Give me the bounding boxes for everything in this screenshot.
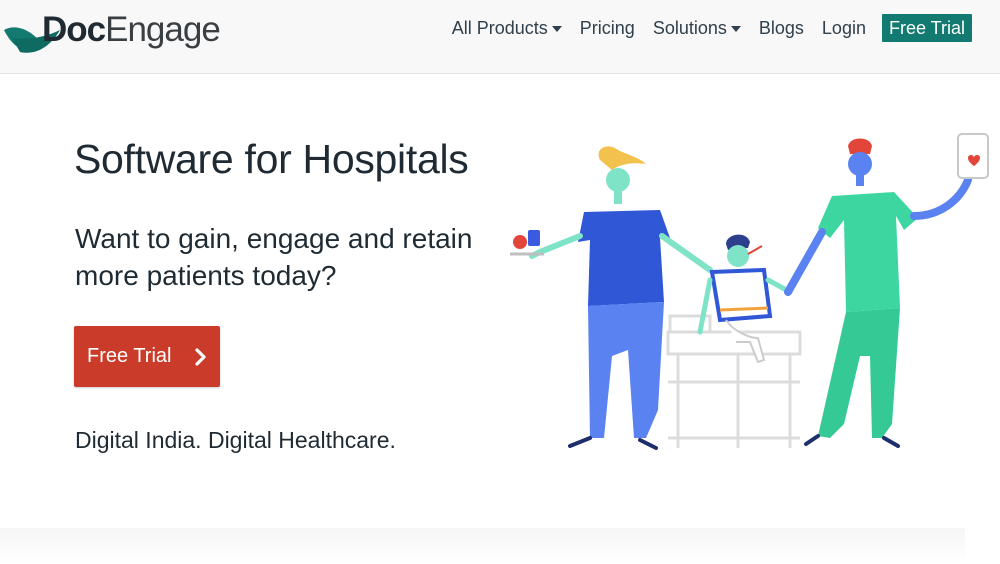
- nav-item-label: Solutions: [652, 18, 727, 38]
- section-divider: [0, 528, 965, 564]
- nav-item-solutions[interactable]: Solutions: [653, 15, 741, 41]
- top-navbar: DocEngage All Products Pricing Solutions…: [0, 0, 1000, 74]
- logo-wordmark: DocEngage: [42, 10, 221, 50]
- logo-text-engage: Engage: [105, 10, 221, 49]
- hero-subtitle: Want to gain, engage and retain more pat…: [75, 223, 473, 291]
- doctor-illustration: [784, 133, 989, 448]
- main-nav: All Products Pricing Solutions Blogs Log…: [434, 14, 972, 42]
- nurse-illustration: [510, 146, 713, 450]
- nav-item-label: All Products: [451, 18, 548, 38]
- nav-item-blogs[interactable]: Blogs: [759, 15, 804, 41]
- nav-item-label: Blogs: [758, 18, 804, 38]
- caret-down-icon: [551, 26, 562, 32]
- nav-item-label: Login: [821, 18, 866, 38]
- chevron-right-icon: [195, 348, 206, 366]
- caret-down-icon: [730, 26, 741, 32]
- child-patient-illustration: [697, 234, 793, 364]
- hero-title: Software for Hospitals: [74, 136, 469, 182]
- hero-tagline: Digital India. Digital Healthcare.: [75, 427, 396, 453]
- hero-button-label: Free Trial: [87, 345, 172, 367]
- nav-item-pricing[interactable]: Pricing: [580, 15, 635, 41]
- nav-item-label: Pricing: [579, 18, 635, 38]
- hospital-staff-illustration: [510, 133, 989, 450]
- nav-item-login[interactable]: Login: [822, 15, 866, 41]
- hero-free-trial-button[interactable]: Free Trial: [74, 326, 220, 387]
- nav-free-trial-button[interactable]: Free Trial: [881, 14, 972, 42]
- nav-item-all-products[interactable]: All Products: [452, 15, 562, 41]
- logo-text-doc: Doc: [42, 10, 106, 49]
- docengage-logo[interactable]: DocEngage: [2, 6, 232, 66]
